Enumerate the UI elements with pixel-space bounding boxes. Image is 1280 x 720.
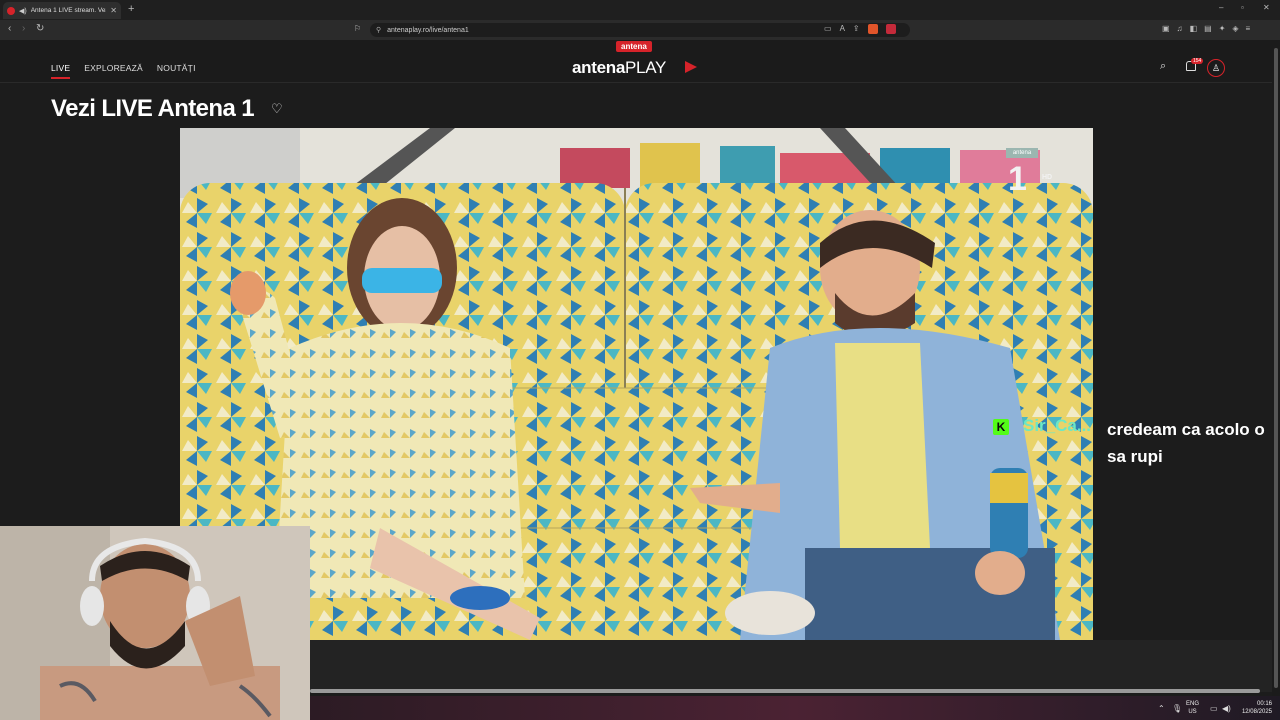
webcam-frame [0, 526, 310, 720]
scrollbar-thumb[interactable] [1274, 48, 1278, 688]
seek-bar[interactable] [310, 689, 1260, 693]
clock-date: 12/08/2025 [1241, 709, 1272, 715]
tab-title: Antena 1 LIVE stream. Vezi on [30, 7, 107, 14]
sidebar-icon[interactable]: ◧ [1190, 24, 1198, 33]
streamer-webcam [0, 526, 310, 720]
site-info-icon[interactable]: ⚲ [376, 26, 381, 34]
kick-badge-icon: K [993, 419, 1009, 435]
browser-tab[interactable]: ◀) Antena 1 LIVE stream. Vezi on ✕ [3, 2, 121, 19]
share-icon[interactable]: ⇪ [853, 24, 860, 34]
keyboard-region: US [1188, 709, 1197, 715]
site-header: LIVE EXPLOREAZĂ NOUTĂȚI antena antenaPLA… [0, 40, 1272, 83]
language-code: ENG [1186, 701, 1200, 707]
antena-favicon-icon [7, 6, 15, 15]
logo-word-bold: antena [572, 58, 625, 77]
page-title: Vezi LIVE Antena 1 [51, 95, 255, 122]
network-icon[interactable]: ▭ [1210, 696, 1218, 720]
channel-logo-text: antena [1006, 148, 1038, 158]
maximize-button[interactable]: ▫ [1241, 3, 1244, 12]
screen: ◀) Antena 1 LIVE stream. Vezi on ✕ + – ▫… [0, 0, 1280, 720]
wallet-icon[interactable]: ▤ [1204, 24, 1212, 33]
close-window-button[interactable]: ✕ [1263, 3, 1270, 12]
microphone-icon[interactable]: 🎙 [1172, 696, 1182, 720]
media-icon[interactable]: ♫ [1177, 24, 1183, 33]
speaker-icon[interactable]: ◀) [19, 7, 27, 15]
vpn-icon[interactable]: ◈ [1232, 24, 1238, 33]
hd-badge: HD [1042, 174, 1053, 181]
windows-taskbar [310, 696, 1280, 720]
extensions-icon[interactable]: ✦ [1219, 24, 1226, 33]
language-indicator[interactable]: ENG US [1186, 700, 1199, 716]
forward-icon[interactable]: › [22, 23, 25, 34]
favorite-heart-icon[interactable]: ♡ [271, 101, 283, 117]
url-text: antenaplay.ro/live/antena1 [387, 26, 469, 34]
brave-shield-icon[interactable] [867, 24, 878, 34]
main-nav: LIVE EXPLOREAZĂ NOUTĂȚI [51, 63, 196, 79]
clock-time: 00:16 [1256, 701, 1272, 707]
logo-word-play: PLAY [625, 58, 667, 77]
player-controls-bar[interactable] [310, 640, 1272, 692]
reader-icon[interactable]: ▣ [1162, 24, 1170, 33]
logo-wordmark: antenaPLAY [572, 58, 666, 78]
menu-icon[interactable]: ≡ [1246, 24, 1251, 33]
nav-exploreaza[interactable]: EXPLOREAZĂ [84, 63, 143, 73]
browser-tools: ▣ ♫ ◧ ▤ ✦ ◈ ≡ [1162, 24, 1250, 33]
notification-badge: 154 [1191, 58, 1204, 64]
reload-icon[interactable]: ↻ [36, 23, 44, 34]
cast-icon[interactable]: ▭ [824, 24, 832, 34]
nav-live[interactable]: LIVE [51, 63, 71, 79]
user-icon[interactable]: ♙ [1207, 59, 1225, 77]
translate-icon[interactable]: A [840, 24, 845, 34]
rewards-icon[interactable] [885, 24, 896, 34]
browser-tab-bar: ◀) Antena 1 LIVE stream. Vezi on ✕ + – ▫… [0, 0, 1280, 20]
browser-toolbar: ‹ › ↻ ⚐ ⚲ antenaplay.ro/live/antena1 ▭ A… [0, 20, 1280, 40]
chat-username: Sir_Ca... [1023, 416, 1092, 435]
play-arrow-icon [685, 61, 697, 73]
video-player[interactable]: antena 1 HD [180, 128, 1093, 640]
volume-icon[interactable]: ◀) [1222, 696, 1231, 720]
nav-noutati[interactable]: NOUTĂȚI [157, 63, 196, 73]
minimize-button[interactable]: – [1219, 3, 1223, 12]
back-icon[interactable]: ‹ [8, 23, 11, 34]
channel-mark: 1 [1008, 160, 1027, 198]
logo-badge: antena [616, 41, 652, 52]
system-clock[interactable]: 00:16 12/08/2025 [1236, 700, 1272, 716]
new-tab-button[interactable]: + [128, 3, 134, 15]
video-frame [180, 128, 1093, 640]
address-bar-actions: ▭ A ⇪ [824, 24, 896, 34]
page-scrollbar[interactable] [1272, 40, 1280, 696]
tab-close-icon[interactable]: ✕ [110, 6, 117, 15]
chat-message-text: credeam ca acolo o sa rupi [1107, 420, 1265, 466]
search-icon[interactable]: ⌕ [1160, 60, 1166, 73]
antenaplay-logo[interactable]: antena antenaPLAY [572, 40, 702, 83]
tray-chevron-icon[interactable]: ⌃ [1158, 696, 1165, 720]
bookmark-icon[interactable]: ⚐ [354, 24, 361, 33]
